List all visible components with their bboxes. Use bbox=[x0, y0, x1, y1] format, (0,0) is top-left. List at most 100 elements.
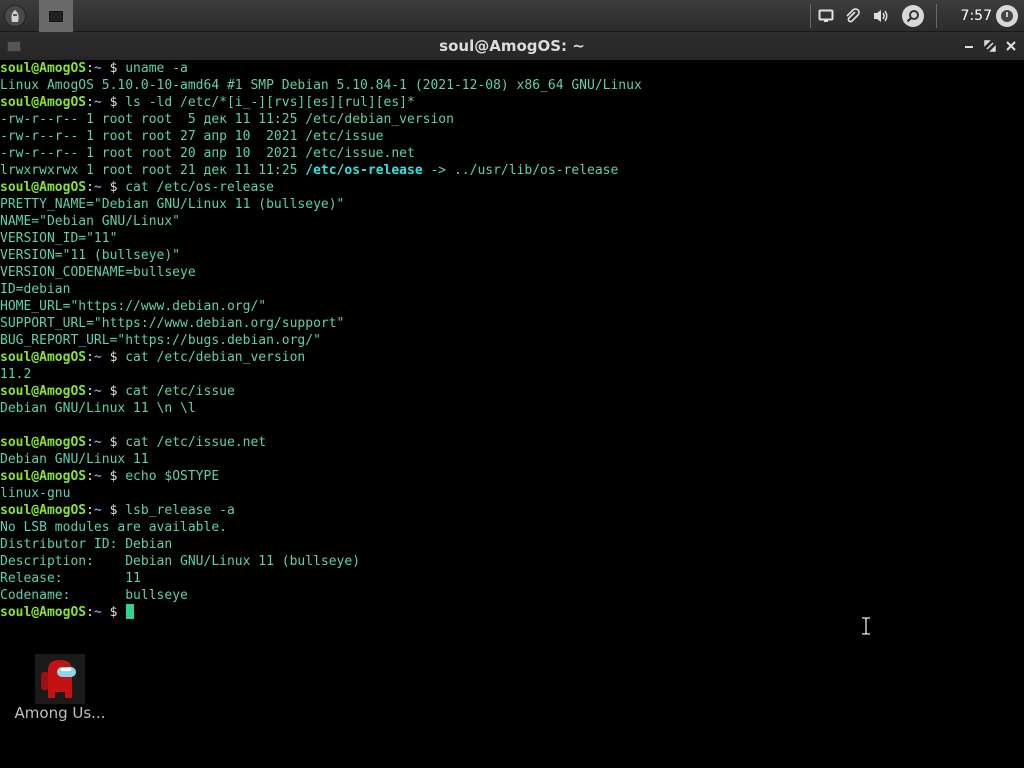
output-text: 11.2 bbox=[0, 367, 32, 382]
window-titlebar[interactable]: soul@AmogOS: ~ bbox=[0, 32, 1024, 60]
output-text: NAME="Debian GNU/Linux" bbox=[0, 214, 181, 229]
output-text: VERSION_CODENAME=bullseye bbox=[0, 265, 196, 280]
terminal-cursor bbox=[126, 604, 135, 619]
prompt-line: soul@AmogOS:~ $ echo $OSTYPE bbox=[0, 468, 1024, 485]
output-text: Codename: bullseye bbox=[0, 588, 188, 603]
output-line: Debian GNU/Linux 11 \n \l bbox=[0, 400, 1024, 417]
prompt-symbol: $ bbox=[101, 95, 126, 110]
output-text: lrwxrwxrwx 1 root root 21 дек 11 11:25 bbox=[0, 163, 306, 178]
output-text: Debian GNU/Linux 11 bbox=[0, 452, 149, 467]
menu-button[interactable] bbox=[2, 3, 28, 29]
prompt-symbol: $ bbox=[101, 503, 126, 518]
among-us-label[interactable]: Among Us... bbox=[0, 704, 120, 722]
terminal-output[interactable]: soul@AmogOS:~ $ uname -a Linux AmogOS 5.1… bbox=[0, 60, 1024, 768]
output-line: linux-gnu bbox=[0, 485, 1024, 502]
output-text: linux-gnu bbox=[0, 486, 71, 501]
minimize-button[interactable] bbox=[961, 38, 977, 54]
close-icon bbox=[1006, 41, 1016, 51]
output-line: Release: 11 bbox=[0, 570, 1024, 587]
prompt-separator: : bbox=[86, 350, 94, 365]
output-text: Distributor ID: Debian bbox=[0, 537, 173, 552]
output-line: lrwxrwxrwx 1 root root 21 дек 11 11:25 /… bbox=[0, 162, 1024, 179]
prompt-line: soul@AmogOS:~ $ cat /etc/issue.net bbox=[0, 434, 1024, 451]
output-text: Description: Debian GNU/Linux 11 (bullse… bbox=[0, 554, 361, 569]
prompt-separator: : bbox=[86, 469, 94, 484]
output-line: Linux AmogOS 5.10.0-10-amd64 #1 SMP Debi… bbox=[0, 77, 1024, 94]
output-line: VERSION_ID="11" bbox=[0, 230, 1024, 247]
among-us-icon[interactable] bbox=[35, 654, 85, 704]
prompt-user: soul@AmogOS bbox=[0, 503, 87, 518]
taskbar-terminal-button[interactable] bbox=[39, 0, 73, 32]
output-line: Codename: bullseye bbox=[0, 587, 1024, 604]
prompt-user: soul@AmogOS bbox=[0, 180, 87, 195]
prompt-path: ~ bbox=[93, 503, 102, 518]
prompt-separator: : bbox=[86, 503, 94, 518]
search-icon[interactable] bbox=[902, 5, 924, 27]
output-text: ID=debian bbox=[0, 282, 71, 297]
output-line: PRETTY_NAME="Debian GNU/Linux 11 (bullse… bbox=[0, 196, 1024, 213]
menu-icon bbox=[4, 5, 26, 27]
window-title: soul@AmogOS: ~ bbox=[439, 37, 585, 55]
prompt-symbol: $ bbox=[101, 180, 126, 195]
output-line: No LSB modules are available. bbox=[0, 519, 1024, 536]
output-text: -rw-r--r-- 1 root root 20 апр 10 2021 /e… bbox=[0, 146, 415, 161]
prompt-user: soul@AmogOS bbox=[0, 95, 87, 110]
prompt-symbol: $ bbox=[101, 469, 126, 484]
prompt-separator: : bbox=[86, 435, 94, 450]
output-text: Debian GNU/Linux 11 \n \l bbox=[0, 401, 196, 416]
output-text: HOME_URL="https://www.debian.org/" bbox=[0, 299, 267, 314]
power-button[interactable] bbox=[996, 5, 1018, 27]
prompt-path: ~ bbox=[93, 384, 102, 399]
output-line: VERSION="11 (bullseye)" bbox=[0, 247, 1024, 264]
clock[interactable]: 7:57 bbox=[946, 6, 992, 26]
prompt-path: ~ bbox=[93, 605, 102, 620]
close-button[interactable] bbox=[1003, 38, 1019, 54]
output-text: VERSION="11 (bullseye)" bbox=[0, 248, 181, 263]
prompt-path: ~ bbox=[93, 61, 102, 76]
output-line: Distributor ID: Debian bbox=[0, 536, 1024, 553]
output-text: Release: 11 bbox=[0, 571, 141, 586]
command-text: cat /etc/debian_version bbox=[125, 350, 306, 365]
panel-separator bbox=[810, 4, 811, 28]
output-line: Description: Debian GNU/Linux 11 (bullse… bbox=[0, 553, 1024, 570]
output-text: SUPPORT_URL="https://www.debian.org/supp… bbox=[0, 316, 345, 331]
output-line: 11.2 bbox=[0, 366, 1024, 383]
command-text: uname -a bbox=[125, 61, 188, 76]
maximize-button[interactable] bbox=[982, 38, 998, 54]
prompt-symbol: $ bbox=[101, 350, 126, 365]
output-line: NAME="Debian GNU/Linux" bbox=[0, 213, 1024, 230]
command-text: cat /etc/os-release bbox=[125, 180, 274, 195]
output-text: -rw-r--r-- 1 root root 5 дек 11 11:25 /e… bbox=[0, 112, 454, 127]
output-line: ID=debian bbox=[0, 281, 1024, 298]
clip-icon[interactable] bbox=[842, 6, 862, 26]
prompt-symbol: $ bbox=[101, 384, 126, 399]
prompt-user: soul@AmogOS bbox=[0, 469, 87, 484]
prompt-line: soul@AmogOS:~ $ cat /etc/os-release bbox=[0, 179, 1024, 196]
volume-icon[interactable] bbox=[871, 6, 891, 26]
symlink-name: /etc/os-release bbox=[305, 163, 423, 178]
prompt-path: ~ bbox=[93, 350, 102, 365]
output-line: -rw-r--r-- 1 root root 20 апр 10 2021 /e… bbox=[0, 145, 1024, 162]
prompt-path: ~ bbox=[93, 180, 102, 195]
output-line: HOME_URL="https://www.debian.org/" bbox=[0, 298, 1024, 315]
prompt-user: soul@AmogOS bbox=[0, 605, 87, 620]
output-line: Debian GNU/Linux 11 bbox=[0, 451, 1024, 468]
command-text: cat /etc/issue bbox=[125, 384, 235, 399]
output-text: No LSB modules are available. bbox=[0, 520, 227, 535]
output-text: Linux AmogOS 5.10.0-10-amd64 #1 SMP Debi… bbox=[0, 78, 642, 93]
command-text: lsb_release -a bbox=[125, 503, 235, 518]
output-line: -rw-r--r-- 1 root root 5 дек 11 11:25 /e… bbox=[0, 111, 1024, 128]
output-text: BUG_REPORT_URL="https://bugs.debian.org/… bbox=[0, 333, 321, 348]
command-text: echo $OSTYPE bbox=[125, 469, 220, 484]
prompt-separator: : bbox=[86, 605, 94, 620]
prompt-separator: : bbox=[86, 384, 94, 399]
prompt-user: soul@AmogOS bbox=[0, 350, 87, 365]
output-line: BUG_REPORT_URL="https://bugs.debian.org/… bbox=[0, 332, 1024, 349]
display-icon[interactable] bbox=[816, 6, 836, 26]
prompt-separator: : bbox=[86, 180, 94, 195]
command-text: ls -ld /etc/*[i_-][rvs][es][rul][es]* bbox=[125, 95, 415, 110]
symlink-target: -> ../usr/lib/os-release bbox=[422, 163, 619, 178]
top-panel: 7:57 bbox=[0, 0, 1024, 32]
terminal-icon[interactable] bbox=[7, 41, 21, 52]
prompt-line: soul@AmogOS:~ $ lsb_release -a bbox=[0, 502, 1024, 519]
